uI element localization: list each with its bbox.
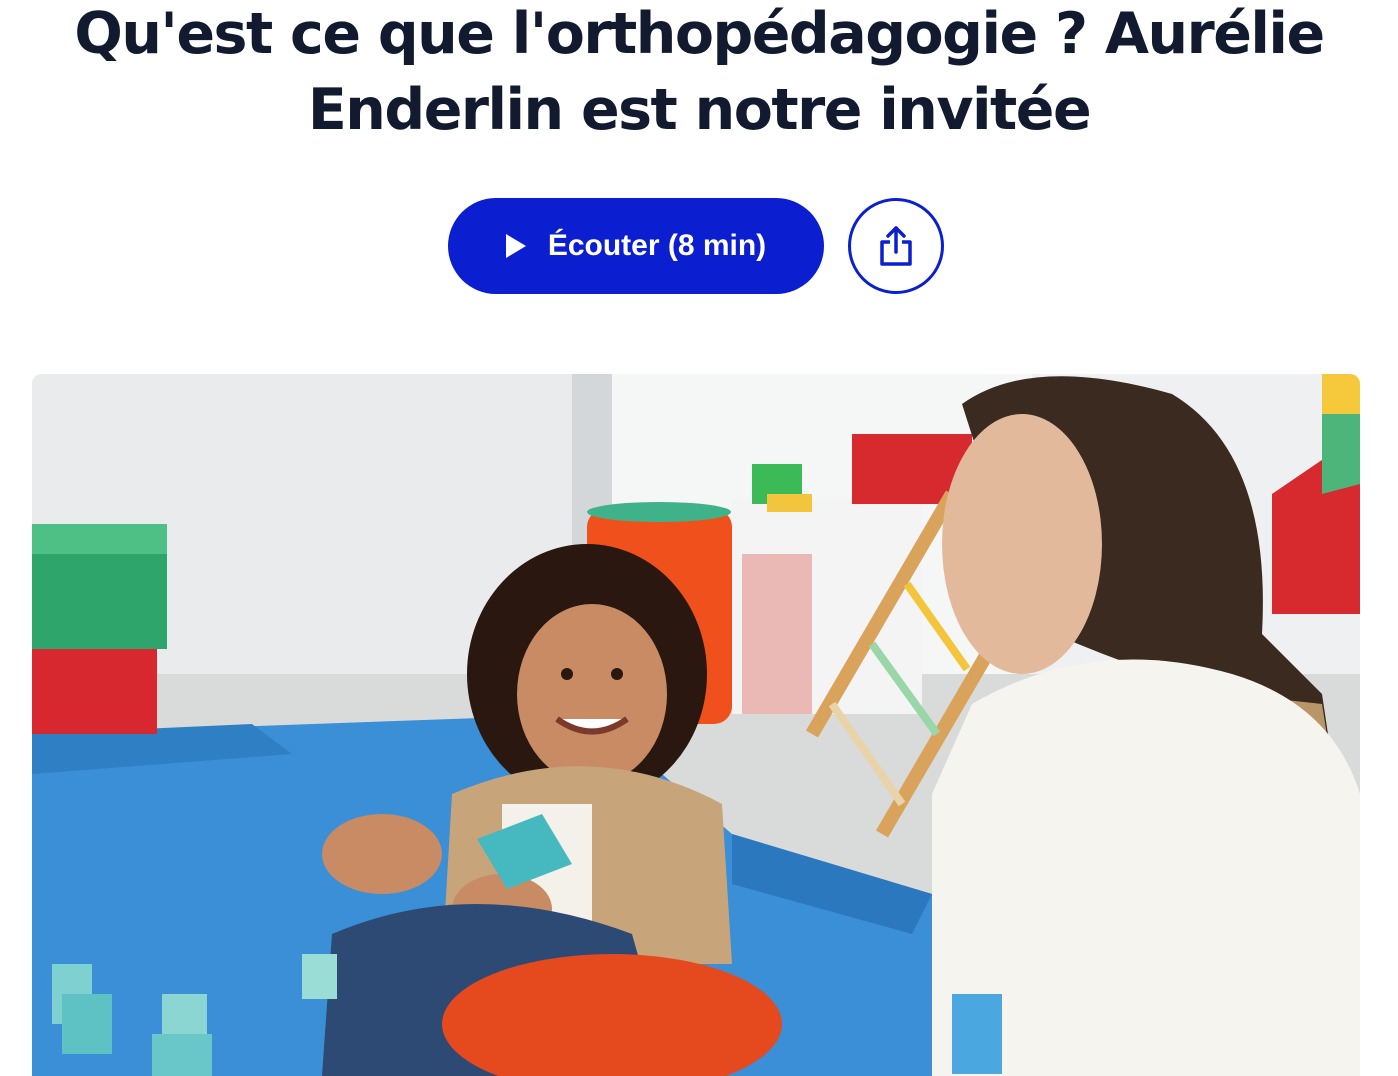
hero-image <box>32 374 1360 1076</box>
listen-button[interactable]: Écouter (8 min) <box>448 198 824 294</box>
page-title-line-1: Qu'est ce que l'orthopédagogie ? Aurélie <box>74 1 1325 67</box>
share-icon <box>880 226 912 266</box>
hero-photo-illustration <box>32 374 1360 1076</box>
page-title: Qu'est ce que l'orthopédagogie ? Aurélie… <box>0 0 1398 148</box>
page-title-line-2: Enderlin est notre invitée <box>307 77 1092 143</box>
listen-button-label: Écouter (8 min) <box>547 229 767 262</box>
article-actions: Écouter (8 min) <box>0 198 1398 294</box>
share-button[interactable] <box>848 198 944 294</box>
play-icon <box>505 234 526 258</box>
